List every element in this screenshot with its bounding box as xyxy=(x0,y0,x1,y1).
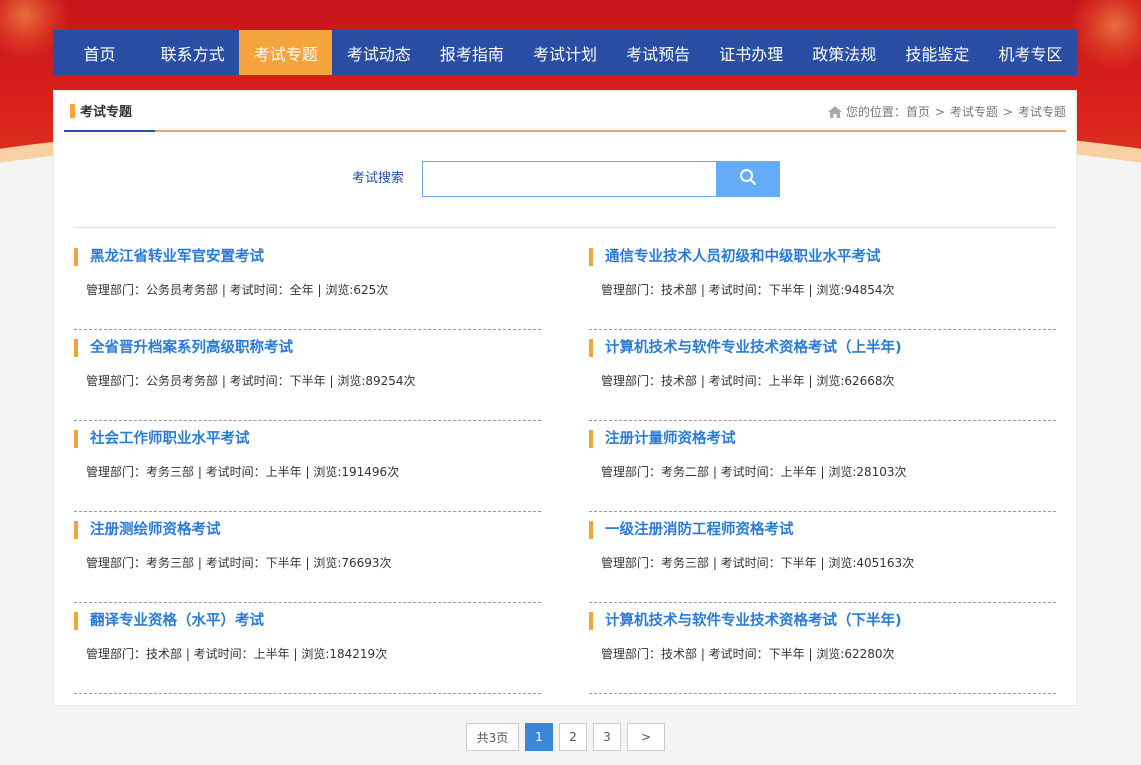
page-button-3[interactable]: 3 xyxy=(593,723,621,751)
exam-meta: 管理部门：技术部 | 考试时间：下半年 | 浏览:62280次 xyxy=(601,647,895,661)
main-nav: 首页 联系方式 考试专题 考试动态 报考指南 考试计划 考试预告 证书办理 政策… xyxy=(53,30,1077,75)
nav-item-exam-preview[interactable]: 考试预告 xyxy=(612,30,705,75)
title-accent-bar xyxy=(70,103,75,118)
exam-title-link[interactable]: 社会工作师职业水平考试 xyxy=(74,430,250,448)
nav-item-policies[interactable]: 政策法规 xyxy=(798,30,891,75)
exam-item: 黑龙江省转业军官安置考试 管理部门：公务员考务部 | 考试时间：全年 | 浏览:… xyxy=(74,239,541,330)
exam-title-link[interactable]: 全省晋升档案系列高级职称考试 xyxy=(74,339,293,357)
exam-item: 计算机技术与软件专业技术资格考试（下半年) 管理部门：技术部 | 考试时间：下半… xyxy=(589,603,1056,694)
exam-meta: 管理部门：技术部 | 考试时间：上半年 | 浏览:184219次 xyxy=(86,647,388,661)
exam-meta: 管理部门：考务三部 | 考试时间：上半年 | 浏览:191496次 xyxy=(86,465,400,479)
next-page-button[interactable]: > xyxy=(627,723,665,751)
exam-title-link[interactable]: 一级注册消防工程师资格考试 xyxy=(589,521,794,539)
exam-item: 一级注册消防工程师资格考试 管理部门：考务三部 | 考试时间：下半年 | 浏览:… xyxy=(589,512,1056,603)
content-panel: 考试专题 您的位置： 首页 > 考试专题 > 考试专题 考试搜索 黑龙江省转业军… xyxy=(53,90,1077,706)
exam-item: 计算机技术与软件专业技术资格考试（上半年) 管理部门：技术部 | 考试时间：上半… xyxy=(589,330,1056,421)
nav-item-skill-appraisal[interactable]: 技能鉴定 xyxy=(891,30,984,75)
page-total: 共3页 xyxy=(466,723,519,751)
exam-item: 通信专业技术人员初级和中级职业水平考试 管理部门：技术部 | 考试时间：下半年 … xyxy=(589,239,1056,330)
search-row: 考试搜索 xyxy=(54,161,1078,197)
page-button-2[interactable]: 2 xyxy=(559,723,587,751)
nav-item-exam-topics[interactable]: 考试专题 xyxy=(239,30,333,75)
exam-meta: 管理部门：考务三部 | 考试时间：下半年 | 浏览:76693次 xyxy=(86,556,392,570)
nav-item-registration-guide[interactable]: 报考指南 xyxy=(425,30,518,75)
nav-item-computer-exam[interactable]: 机考专区 xyxy=(984,30,1077,75)
exam-meta: 管理部门：公务员考务部 | 考试时间：下半年 | 浏览:89254次 xyxy=(86,374,416,388)
search-label: 考试搜索 xyxy=(352,171,405,186)
exam-title-link[interactable]: 计算机技术与软件专业技术资格考试（上半年) xyxy=(589,339,902,357)
exam-item: 全省晋升档案系列高级职称考试 管理部门：公务员考务部 | 考试时间：下半年 | … xyxy=(74,330,541,421)
breadcrumb-prefix: 您的位置： xyxy=(845,105,906,119)
pagination: 共3页 1 2 3 > xyxy=(466,723,665,751)
breadcrumb-separator: > xyxy=(934,104,945,119)
exam-item: 注册测绘师资格考试 管理部门：考务三部 | 考试时间：下半年 | 浏览:7669… xyxy=(74,512,541,603)
search-button[interactable] xyxy=(716,161,780,197)
exam-meta: 管理部门：考务二部 | 考试时间：上半年 | 浏览:28103次 xyxy=(601,465,907,479)
nav-item-home[interactable]: 首页 xyxy=(53,30,146,75)
exam-meta: 管理部门：技术部 | 考试时间：下半年 | 浏览:94854次 xyxy=(601,283,895,297)
home-icon xyxy=(827,105,843,119)
exam-item: 社会工作师职业水平考试 管理部门：考务三部 | 考试时间：上半年 | 浏览:19… xyxy=(74,421,541,512)
nav-item-exam-plan[interactable]: 考试计划 xyxy=(518,30,611,75)
exam-meta: 管理部门：考务三部 | 考试时间：下半年 | 浏览:405163次 xyxy=(601,556,915,570)
search-icon xyxy=(739,168,757,190)
panel-title-text: 考试专题 xyxy=(80,105,133,120)
list-divider xyxy=(74,227,1056,228)
nav-item-exam-news[interactable]: 考试动态 xyxy=(332,30,425,75)
exam-title-link[interactable]: 注册计量师资格考试 xyxy=(589,430,736,448)
panel-header: 考试专题 您的位置： 首页 > 考试专题 > 考试专题 xyxy=(64,91,1066,132)
breadcrumb-exam-topics[interactable]: 考试专题 xyxy=(950,103,998,120)
exam-title-link[interactable]: 计算机技术与软件专业技术资格考试（下半年) xyxy=(589,612,902,630)
nav-item-certificates[interactable]: 证书办理 xyxy=(705,30,798,75)
breadcrumb-current[interactable]: 考试专题 xyxy=(1018,103,1066,120)
exam-meta: 管理部门：公务员考务部 | 考试时间：全年 | 浏览:625次 xyxy=(86,283,389,297)
breadcrumb: 您的位置： 首页 > 考试专题 > 考试专题 xyxy=(827,91,1066,132)
breadcrumb-separator: > xyxy=(1002,104,1013,119)
exam-meta: 管理部门：技术部 | 考试时间：上半年 | 浏览:62668次 xyxy=(601,374,895,388)
nav-item-contact[interactable]: 联系方式 xyxy=(146,30,239,75)
breadcrumb-home[interactable]: 首页 xyxy=(906,103,930,120)
firework-decoration-right xyxy=(1070,0,1141,70)
exam-item: 注册计量师资格考试 管理部门：考务二部 | 考试时间：上半年 | 浏览:2810… xyxy=(589,421,1056,512)
panel-title: 考试专题 xyxy=(64,91,155,132)
exam-title-link[interactable]: 黑龙江省转业军官安置考试 xyxy=(74,248,264,266)
exam-title-link[interactable]: 通信专业技术人员初级和中级职业水平考试 xyxy=(589,248,881,266)
search-input[interactable] xyxy=(422,161,716,197)
exam-title-link[interactable]: 注册测绘师资格考试 xyxy=(74,521,221,539)
exam-title-link[interactable]: 翻译专业资格（水平）考试 xyxy=(74,612,264,630)
exam-item: 翻译专业资格（水平）考试 管理部门：技术部 | 考试时间：上半年 | 浏览:18… xyxy=(74,603,541,694)
page-button-1[interactable]: 1 xyxy=(525,723,553,751)
